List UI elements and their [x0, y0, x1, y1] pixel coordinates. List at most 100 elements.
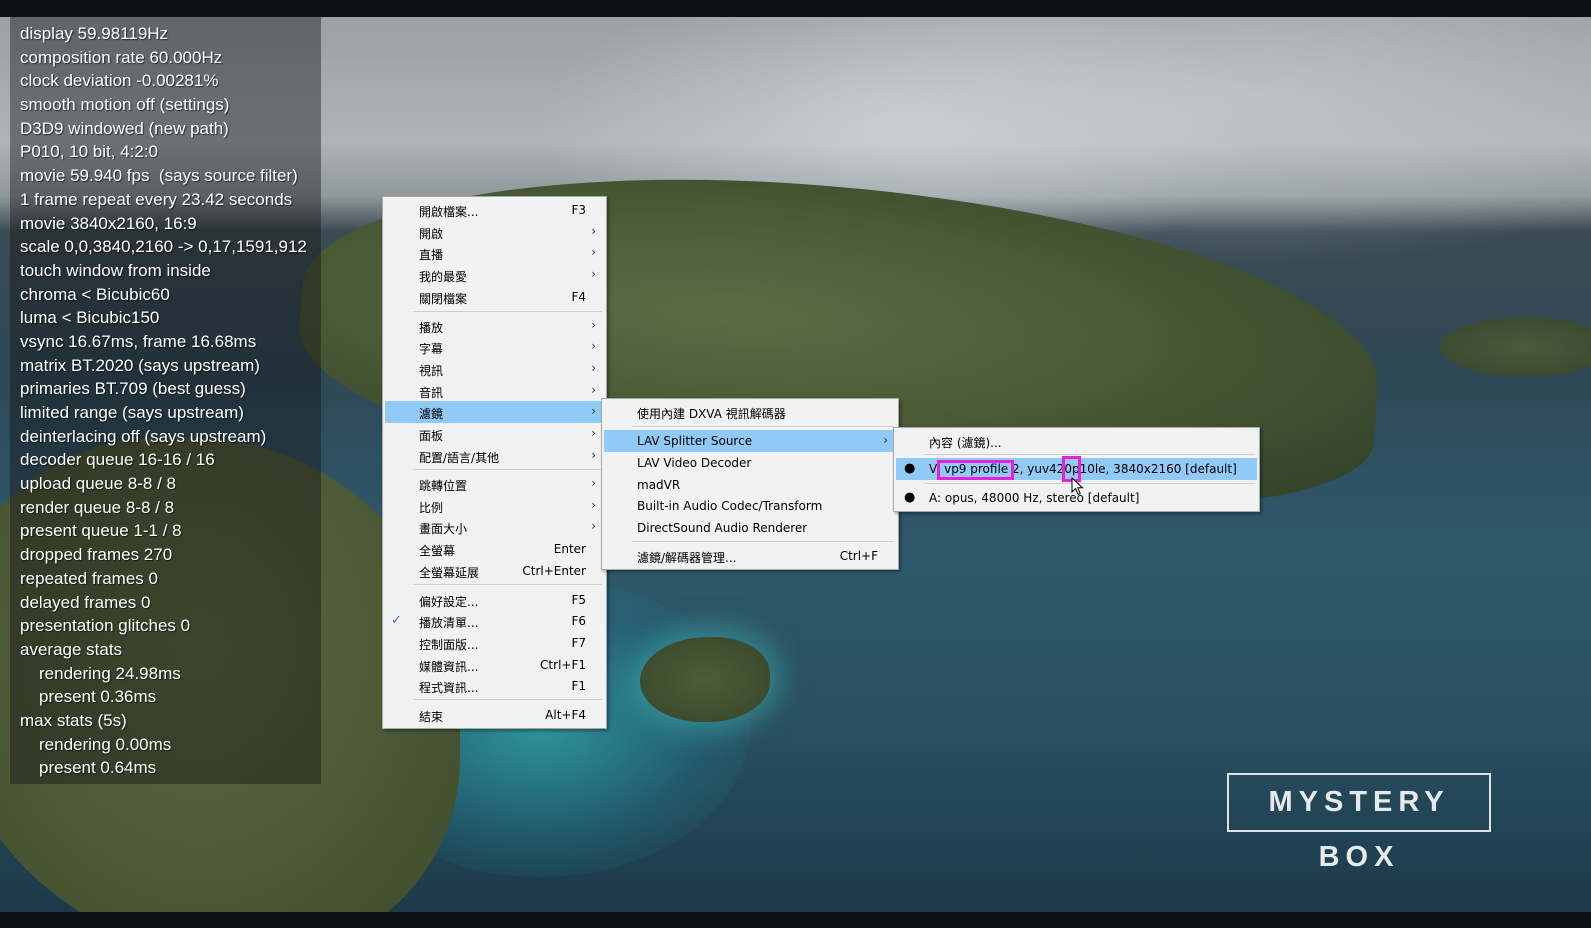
menu-item-shortcut: Alt+F4	[545, 708, 586, 722]
annotation-box-profile	[937, 460, 1014, 480]
stats-line: clock deviation -0.00281%	[20, 71, 219, 91]
menu-item[interactable]: 關閉檔案 F4	[385, 286, 604, 308]
menu-item[interactable]: 開啟 ›	[385, 221, 604, 243]
menu-item[interactable]: 視訊 ›	[385, 358, 604, 380]
menu-item[interactable]: 結束 Alt+F4	[385, 704, 604, 726]
menu-separator	[413, 699, 602, 700]
submenu-arrow-icon: ›	[591, 318, 596, 332]
menu-item[interactable]: 媒體資訊... Ctrl+F1	[385, 654, 604, 676]
stats-line: decoder queue 16-16 / 16	[20, 450, 215, 470]
menu-item-label: 媒體資訊...	[419, 660, 479, 674]
menu-item[interactable]: 全螢幕延展 Ctrl+Enter	[385, 560, 604, 582]
stats-line: luma < Bicubic150	[20, 308, 160, 328]
stats-line: touch window from inside	[20, 260, 211, 280]
submenu-arrow-icon: ›	[883, 433, 888, 447]
submenu-arrow-icon: ›	[591, 519, 596, 533]
menu-item-label: 濾鏡/解碼器管理...	[637, 551, 737, 565]
menu-item[interactable]: 內容 (濾鏡)...	[896, 430, 1257, 452]
menu-item-label: 比例	[419, 501, 444, 515]
menu-item[interactable]: 配置/語言/其他 ›	[385, 445, 604, 467]
menu-item-label: 全螢幕延展	[419, 566, 480, 580]
menu-separator	[413, 469, 602, 470]
menu-item-label: 內容 (濾鏡)...	[929, 436, 1002, 450]
distant-headland	[1440, 317, 1591, 377]
menu-item-label: 字幕	[419, 342, 444, 356]
stats-line: P010, 10 bit, 4:2:0	[20, 142, 158, 162]
menu-item[interactable]: 播放 ›	[385, 315, 604, 337]
stats-line: 1 frame repeat every 23.42 seconds	[20, 189, 293, 209]
menu-item-label: 控制面版...	[419, 638, 479, 652]
menu-item-label: 使用內建 DXVA 視訊解碼器	[637, 407, 786, 421]
menu-item[interactable]: Built-in Audio Codec/Transform	[604, 495, 896, 517]
menu-item-shortcut: Ctrl+F1	[540, 658, 586, 672]
menu-item[interactable]: 畫面大小 ›	[385, 516, 604, 538]
stats-line: smooth motion off (settings)	[20, 95, 230, 115]
menu-item[interactable]: 開啟檔案... F3	[385, 199, 604, 221]
menu-item-label: 全螢幕	[419, 544, 456, 558]
menu-item-label: 直播	[419, 248, 444, 262]
menu-item-shortcut: F7	[571, 636, 586, 650]
menu-separator	[632, 541, 894, 542]
menu-item[interactable]: 字幕 ›	[385, 336, 604, 358]
submenu-arrow-icon: ›	[591, 267, 596, 281]
stats-line: present 0.64ms	[39, 758, 157, 778]
menu-item[interactable]: DirectSound Audio Renderer	[604, 517, 896, 539]
menu-item-label: 跳轉位置	[419, 479, 468, 493]
stats-line: max stats (5s)	[20, 710, 127, 730]
menu-item-label: DirectSound Audio Renderer	[637, 521, 808, 535]
menu-item-shortcut: Ctrl+F	[839, 549, 878, 563]
submenu-arrow-icon: ›	[591, 498, 596, 512]
menu-item-label: 播放清單...	[419, 616, 479, 630]
menu-item[interactable]: 濾鏡/解碼器管理... Ctrl+F	[604, 545, 896, 567]
stats-line: dropped frames 270	[20, 545, 173, 565]
check-icon: ✓	[391, 613, 402, 628]
player-context-menu[interactable]: 開啟檔案... F3 開啟 › 直播 › 我的最愛 › 關閉檔案 F4 播放 › 字幕 › 視訊 › 音訊 › 濾鏡…	[382, 196, 607, 729]
menu-item[interactable]: 濾鏡 ›	[385, 401, 604, 423]
stats-line: movie 59.940 fps (says source filter)	[20, 166, 298, 186]
watermark-logo: MYSTERY BOX	[1227, 773, 1491, 873]
menu-separator	[632, 426, 894, 427]
stats-line: scale 0,0,3840,2160 -> 0,17,1591,912	[20, 237, 307, 257]
stats-line: render queue 8-8 / 8	[20, 497, 175, 517]
menu-item-shortcut: Ctrl+Enter	[522, 564, 586, 578]
menu-item-shortcut: F5	[571, 593, 586, 607]
menu-item-label: 播放	[419, 321, 444, 335]
menu-item[interactable]: LAV Video Decoder	[604, 452, 896, 474]
submenu-arrow-icon: ›	[591, 245, 596, 259]
menu-separator	[924, 483, 1255, 484]
stats-lines: display 59.98119Hz composition rate 60.00…	[20, 22, 307, 780]
menu-item[interactable]: 音訊 ›	[385, 380, 604, 402]
menu-item-label: 畫面大小	[419, 522, 468, 536]
menu-separator	[924, 454, 1255, 455]
menu-item-label: 開啟	[419, 227, 444, 241]
menu-item-label: madVR	[637, 478, 681, 492]
submenu-arrow-icon: ›	[591, 224, 596, 238]
menu-item[interactable]: LAV Splitter Source ›	[604, 430, 896, 452]
menu-item[interactable]: 我的最愛 ›	[385, 264, 604, 286]
menu-item[interactable]: 直播 ›	[385, 242, 604, 264]
stats-line: matrix BT.2020 (says upstream)	[20, 355, 260, 375]
menu-item[interactable]: 偏好設定... F5	[385, 589, 604, 611]
menu-item[interactable]: 控制面版... F7	[385, 632, 604, 654]
menu-item-label: 關閉檔案	[419, 292, 468, 306]
menu-item[interactable]: 使用內建 DXVA 視訊解碼器	[604, 401, 896, 423]
menu-item[interactable]: ✓ 播放清單... F6	[385, 610, 604, 632]
filters-submenu[interactable]: 使用內建 DXVA 視訊解碼器 LAV Splitter Source › LAV V…	[601, 398, 899, 570]
stats-line: present 0.36ms	[39, 687, 157, 707]
menu-item[interactable]: madVR	[604, 474, 896, 496]
menu-item[interactable]: 比例 ›	[385, 495, 604, 517]
menu-item-shortcut: F6	[571, 614, 586, 628]
menu-item-label: 程式資訊...	[419, 681, 479, 695]
menu-item-label: 我的最愛	[419, 270, 468, 284]
stats-line: present queue 1-1 / 8	[20, 521, 182, 541]
menu-item-label: 面板	[419, 429, 444, 443]
menu-item[interactable]: 全螢幕 Enter	[385, 538, 604, 560]
submenu-arrow-icon: ›	[591, 448, 596, 462]
menu-item[interactable]: 程式資訊... F1	[385, 675, 604, 697]
menu-item[interactable]: 跳轉位置 ›	[385, 473, 604, 495]
stats-line: presentation glitches 0	[20, 616, 191, 636]
stats-line: upload queue 8-8 / 8	[20, 474, 176, 494]
menu-item[interactable]: 面板 ›	[385, 423, 604, 445]
menu-separator	[413, 311, 602, 312]
stats-line: D3D9 windowed (new path)	[20, 118, 229, 138]
